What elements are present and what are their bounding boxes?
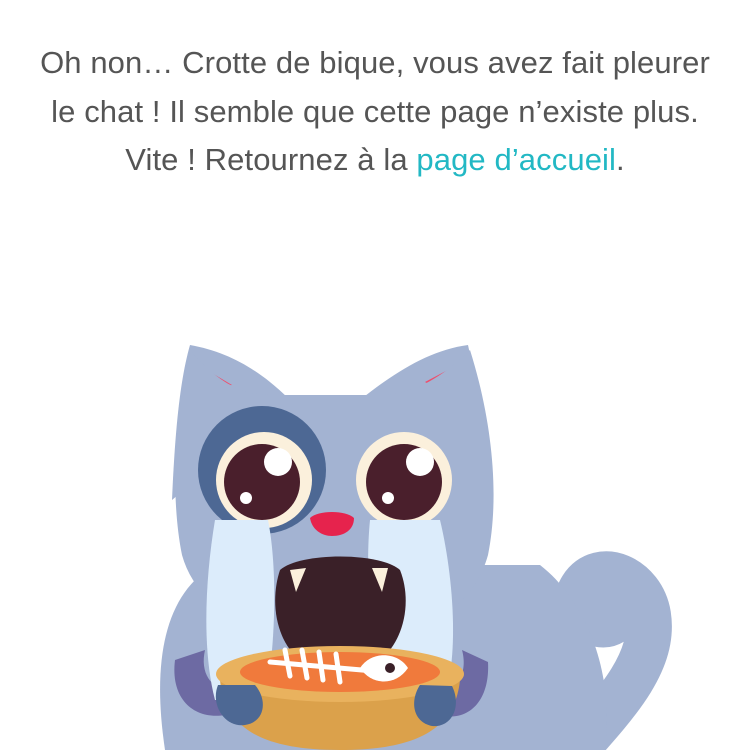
error-message-end: . [616,142,625,177]
crying-cat-icon [160,345,672,750]
error-message: Oh non… Crotte de bique, vous avez fait … [40,39,710,185]
home-page-link[interactable]: page d’accueil [416,142,616,177]
error-page: Oh non… Crotte de bique, vous avez fait … [0,0,750,750]
